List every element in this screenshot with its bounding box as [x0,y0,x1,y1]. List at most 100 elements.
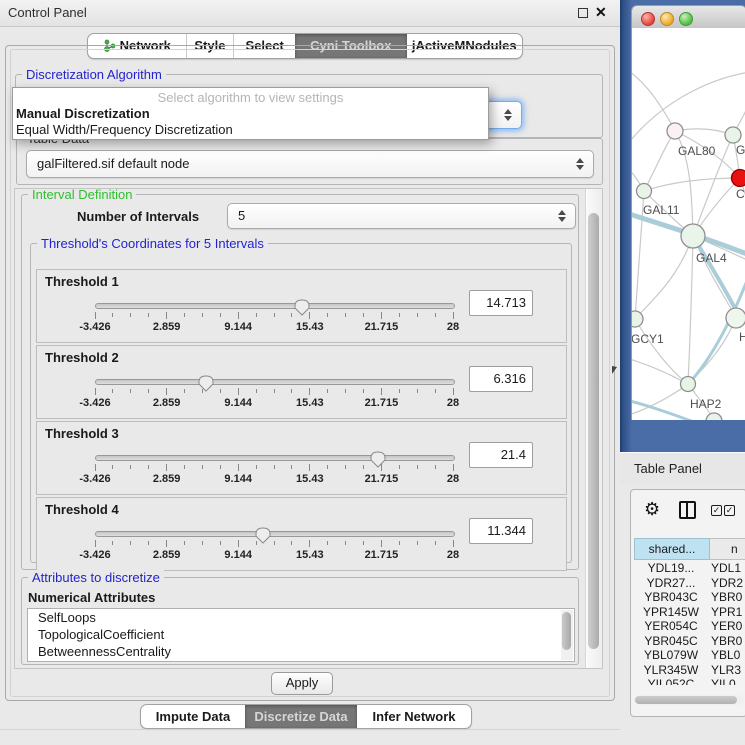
table-row[interactable]: YIL052CYIL0 [634,677,745,685]
threshold-1-value-field[interactable]: 14.713 [469,290,533,316]
table-panel-titlebar: Table Panel [620,452,745,485]
network-node-h[interactable] [726,308,745,328]
attribute-item[interactable]: TopologicalCoefficient [28,626,574,643]
table-cell-shared-name: YPR145W [634,605,708,620]
slider-tick [417,541,418,545]
slider-tick [166,388,167,395]
tab-impute-data[interactable]: Impute Data [141,705,245,728]
window-close-light[interactable] [641,12,655,26]
table-cell-name: YIL0 [711,677,745,685]
attribute-item[interactable]: SelfLoops [28,609,574,626]
table-hscrollbar[interactable] [634,695,744,705]
table-row[interactable]: YDR27...YDR2 [634,576,745,591]
table-data-combo[interactable]: galFiltered.sif default node [26,150,594,178]
table-row[interactable]: YDL19...YDL1 [634,561,745,576]
window-zoom-light[interactable] [679,12,693,26]
column-header-name[interactable]: n [710,538,745,560]
window-minimize-light[interactable] [660,12,674,26]
network-window-titlebar[interactable] [631,5,745,30]
slider-tick-label: -3.426 [79,397,110,409]
network-node-ga[interactable] [725,127,741,143]
slider-tick [112,313,113,317]
slider-track[interactable] [95,379,455,385]
threshold-3-value-field[interactable]: 21.4 [469,442,533,468]
slider-tick [274,313,275,317]
attribute-item[interactable]: BetweennessCentrality [28,643,574,660]
slider-tick [184,541,185,545]
network-canvas[interactable]: GAL80GACGAL11GAL4GCY1HHAP2 [631,28,745,420]
slider-tick [130,313,131,317]
threshold-3-panel: Threshold 3 -3.4262.8599.14415.4321.7152… [36,421,567,495]
slider-tick-label: 9.144 [224,397,252,409]
tab-infer-network[interactable]: Infer Network [357,705,471,728]
column-header-shared-name[interactable]: shared... [634,538,710,560]
checkbox-icon[interactable]: ✓ [724,505,735,516]
network-node-gal80[interactable] [667,123,683,139]
slider-thumb[interactable] [370,451,386,468]
table-cell-shared-name: YLR345W [634,663,708,678]
algorithm-popup: Select algorithm to view settings Manual… [12,87,489,140]
slider-tick-label: 28 [447,549,459,561]
network-edge [632,358,688,384]
split-panel-icon[interactable] [679,501,696,519]
network-node[interactable] [706,413,722,420]
threshold-2-value-field[interactable]: 6.316 [469,366,533,392]
slider-tick [256,465,257,469]
algorithm-option-manual[interactable]: Manual Discretization [13,106,488,122]
threshold-4-value-field[interactable]: 11.344 [469,518,533,544]
numerical-attributes-label: Numerical Attributes [28,590,155,605]
slider-thumb[interactable] [198,375,214,392]
slider-tick [130,541,131,545]
settings-scrollbar[interactable] [585,189,602,668]
threshold-1-label: Threshold 1 [45,274,119,289]
network-node-gcy1[interactable] [632,311,643,327]
settings-scrollbar-thumb[interactable] [588,213,599,649]
close-icon[interactable]: ✕ [595,4,607,21]
slider-tick [112,389,113,393]
slider-tick-label: 2.859 [153,321,181,333]
number-of-intervals-combo[interactable]: 5 [227,203,576,229]
slider-tick [417,465,418,469]
slider-tick-label: 21.715 [365,397,399,409]
combo-stepper-icon [558,210,566,222]
algorithm-option-equal-width[interactable]: Equal Width/Frequency Discretization [13,122,488,138]
network-node-c[interactable] [732,170,745,187]
slider-tick-label: 15.43 [296,473,324,485]
slider-tick [202,541,203,545]
table-row[interactable]: YLR345WYLR3 [634,663,745,678]
slider-tick [399,541,400,545]
table-row[interactable]: YPR145WYPR1 [634,605,745,620]
slider-tick [184,313,185,317]
table-row[interactable]: YER054CYER0 [634,619,745,634]
slider-track[interactable] [95,303,455,309]
tab-discretize-data[interactable]: Discretize Data [245,705,357,728]
network-node-gal11[interactable] [637,184,652,199]
table-row[interactable]: YBR043CYBR0 [634,590,745,605]
slider-tick [256,313,257,317]
table-row[interactable]: YBL079WYBL0 [634,648,745,663]
slider-tick [274,389,275,393]
slider-thumb[interactable] [294,299,310,316]
table-hscrollbar-thumb[interactable] [635,696,737,704]
checkbox-icon[interactable]: ✓ [711,505,722,516]
slider-tick [291,389,292,393]
float-window-icon[interactable] [578,8,588,18]
network-node-hap2[interactable] [681,377,696,392]
slider-tick [238,388,239,395]
slider-tick [256,389,257,393]
gear-icon[interactable]: ⚙ [644,499,660,519]
table-row[interactable]: YBR045CYBR0 [634,634,745,649]
slider-tick-label: 15.43 [296,549,324,561]
attributes-scrollbar[interactable] [561,610,573,660]
threshold-2-panel: Threshold 2 -3.4262.8599.14415.4321.7152… [36,345,567,419]
slider-thumb[interactable] [255,527,271,544]
slider-track[interactable] [95,455,455,461]
panel-title: Control Panel [8,5,87,20]
apply-button[interactable]: Apply [271,672,333,695]
table-cell-shared-name: YBR043C [634,590,708,605]
thresholds-group: Threshold's Coordinates for 5 Intervals … [30,243,572,563]
threshold-4-label: Threshold 4 [45,502,119,517]
slider-track[interactable] [95,531,455,537]
network-node-gal4[interactable] [681,224,705,248]
slider-tick [453,312,454,319]
